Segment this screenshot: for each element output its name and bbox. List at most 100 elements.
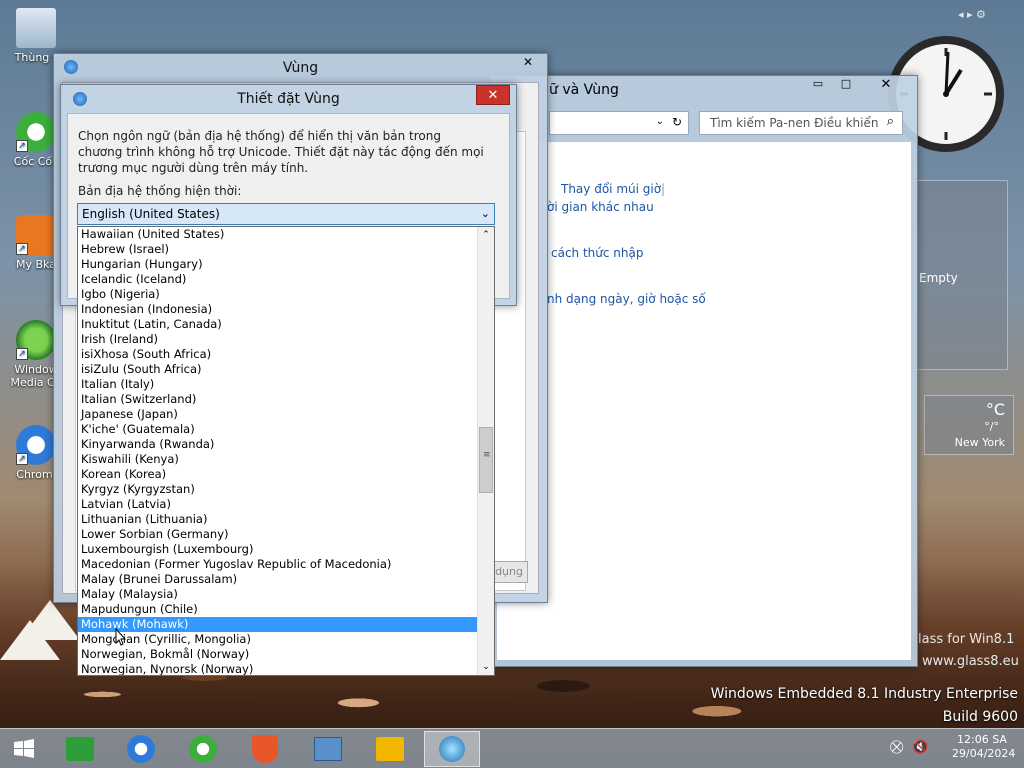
locale-option[interactable]: Icelandic (Iceland) — [78, 272, 477, 287]
link-separator: | — [661, 182, 666, 196]
locale-option[interactable]: Irish (Ireland) — [78, 332, 477, 347]
search-icon[interactable]: ⌕ — [887, 114, 894, 129]
gadget-nav[interactable]: ◂ ▸ ⚙ — [958, 8, 986, 21]
link-date-format[interactable]: nh dạng ngày, giờ hoặc số — [547, 292, 706, 306]
locale-option[interactable]: Lithuanian (Lithuania) — [78, 512, 477, 527]
taskbar: ⛒ 🔇 12:06 SA 29/04/2024 — [0, 728, 1024, 768]
weather-unit: °C — [985, 400, 1005, 419]
locale-option[interactable]: isiXhosa (South Africa) — [78, 347, 477, 362]
weather-city: New York — [954, 436, 1005, 449]
taskbar-media-player[interactable] — [362, 731, 418, 767]
locale-option[interactable]: Hawaiian (United States) — [78, 227, 477, 242]
locale-option[interactable]: Kinyarwanda (Rwanda) — [78, 437, 477, 452]
watermark-glass: lass for Win8.1 — [918, 632, 1015, 647]
dialog-title: Thiết đặt Vùng — [237, 91, 340, 107]
desktop-icon-label: Thùng r — [14, 51, 58, 64]
locale-option[interactable]: K'iche' (Guatemala) — [78, 422, 477, 437]
weather-range: °/° — [984, 420, 999, 433]
recycle-gadget-status: Empty — [919, 271, 958, 285]
chromium-icon — [127, 735, 155, 763]
start-button[interactable] — [2, 731, 46, 767]
region-title: Vùng — [282, 60, 319, 76]
locale-option[interactable]: Mapudungun (Chile) — [78, 602, 477, 617]
locale-option[interactable]: Japanese (Japan) — [78, 407, 477, 422]
desktop-icon-label: My Bka — [16, 258, 56, 271]
maximize-button[interactable]: □ — [833, 77, 859, 95]
locale-option[interactable]: Mohawk (Mohawk) — [78, 617, 477, 632]
locale-option[interactable]: Kyrgyz (Kyrgyzstan) — [78, 482, 477, 497]
tray-time: 12:06 SA — [957, 733, 1007, 746]
close-button[interactable]: ✕ — [515, 55, 541, 73]
taskbar-coccoc[interactable] — [176, 731, 232, 767]
dialog-titlebar[interactable]: Thiết đặt Vùng ✕ — [61, 85, 516, 113]
region-titlebar[interactable]: Vùng ✕ — [54, 54, 547, 82]
scroll-thumb[interactable]: ≡ — [479, 427, 493, 493]
shield-icon — [252, 735, 278, 763]
network-icon[interactable]: ⛒ — [890, 740, 903, 755]
taskbar-control-panel[interactable] — [300, 731, 356, 767]
desktop-icon-label: Chromi — [16, 468, 56, 481]
locale-option[interactable]: Italian (Switzerland) — [78, 392, 477, 407]
locale-option[interactable]: Mongolian (Cyrillic, Mongolia) — [78, 632, 477, 647]
taskbar-store[interactable] — [52, 731, 108, 767]
taskbar-chromium[interactable] — [114, 731, 170, 767]
selected-locale: English (United States) — [82, 207, 220, 221]
scroll-up-icon[interactable]: ⌃ — [478, 227, 494, 243]
link-other-times[interactable]: ời gian khác nhau — [547, 200, 654, 214]
locale-option[interactable]: Lower Sorbian (Germany) — [78, 527, 477, 542]
watermark-edition: Windows Embedded 8.1 Industry Enterprise — [710, 686, 1018, 702]
coccoc-icon: ↗ — [16, 112, 56, 152]
weather-gadget[interactable]: °C °/° New York — [924, 395, 1014, 455]
locale-option[interactable]: Latvian (Latvia) — [78, 497, 477, 512]
media-center-icon: ↗ — [16, 320, 56, 360]
search-box[interactable]: Tìm kiếm Pa-nen Điều khiển ⌕ — [699, 111, 903, 135]
control-panel-titlebar[interactable]: ữ và Vùng ▭ □ ✕ — [491, 76, 917, 104]
locale-option[interactable]: Inuktitut (Latin, Canada) — [78, 317, 477, 332]
recycle-gadget[interactable]: Empty — [910, 180, 1008, 370]
locale-option[interactable]: Macedonian (Former Yugoslav Republic of … — [78, 557, 477, 572]
locale-option[interactable]: Hungarian (Hungary) — [78, 257, 477, 272]
locale-option[interactable]: Malay (Malaysia) — [78, 587, 477, 602]
control-panel-icon — [314, 737, 342, 761]
chevron-down-icon[interactable]: ⌄ — [481, 204, 490, 224]
minimize-button[interactable]: ▭ — [805, 77, 831, 95]
link-input-method[interactable]: cách thức nhập — [551, 246, 643, 260]
windows-logo-icon — [14, 739, 34, 758]
locale-option[interactable]: Norwegian, Bokmål (Norway) — [78, 647, 477, 662]
link-change-timezone[interactable]: Thay đổi múi giờ — [561, 182, 661, 196]
tray-date: 29/04/2024 — [952, 747, 1016, 760]
volume-icon[interactable]: 🔇 — [912, 740, 928, 755]
locale-option[interactable]: Korean (Korea) — [78, 467, 477, 482]
locale-option[interactable]: Italian (Italy) — [78, 377, 477, 392]
chevron-down-icon[interactable]: ⌄ — [656, 116, 664, 127]
control-panel-content: Thay đổi múi giờ | ời gian khác nhau các… — [497, 142, 911, 660]
tray-clock[interactable]: 12:06 SA 29/04/2024 — [952, 733, 1016, 761]
control-panel-window[interactable]: ữ và Vùng ▭ □ ✕ ⌄ ↻ Tìm kiếm Pa-nen Điều… — [490, 75, 918, 667]
watermark-build: Build 9600 — [942, 709, 1018, 725]
control-panel-title: ữ và Vùng — [549, 82, 619, 98]
close-button[interactable]: ✕ — [476, 85, 510, 105]
desktop-icon-label: Cốc Cốc — [13, 155, 59, 168]
refresh-icon[interactable]: ↻ — [672, 115, 682, 129]
locale-option[interactable]: Igbo (Nigeria) — [78, 287, 477, 302]
media-player-icon — [376, 737, 404, 761]
locale-option[interactable]: Indonesian (Indonesia) — [78, 302, 477, 317]
taskbar-bkav[interactable] — [238, 731, 294, 767]
locale-option[interactable]: Luxembourgish (Luxembourg) — [78, 542, 477, 557]
locale-option[interactable]: Kiswahili (Kenya) — [78, 452, 477, 467]
taskbar-region-settings[interactable] — [424, 731, 480, 767]
scroll-down-icon[interactable]: ⌄ — [478, 659, 494, 675]
locale-dropdown-list[interactable]: Hawaiian (United States) Hebrew (Israel) H… — [77, 226, 495, 676]
close-button[interactable]: ✕ — [863, 77, 909, 95]
dropdown-scrollbar[interactable]: ⌃ ≡ ⌄ — [477, 227, 494, 675]
locale-label: Bản địa hệ thống hiện thời: — [78, 184, 242, 198]
locale-option[interactable]: Hebrew (Israel) — [78, 242, 477, 257]
locale-option[interactable]: Malay (Brunei Darussalam) — [78, 572, 477, 587]
locale-option[interactable]: Norwegian, Nynorsk (Norway) — [78, 662, 477, 675]
wallpaper-tent — [0, 620, 60, 660]
locale-option[interactable]: isiZulu (South Africa) — [78, 362, 477, 377]
chromium-icon: ↗ — [16, 425, 56, 465]
locale-options: Hawaiian (United States) Hebrew (Israel) H… — [78, 227, 477, 675]
address-bar[interactable]: ⌄ ↻ — [549, 111, 689, 135]
system-locale-combobox[interactable]: English (United States) ⌄ — [77, 203, 495, 225]
